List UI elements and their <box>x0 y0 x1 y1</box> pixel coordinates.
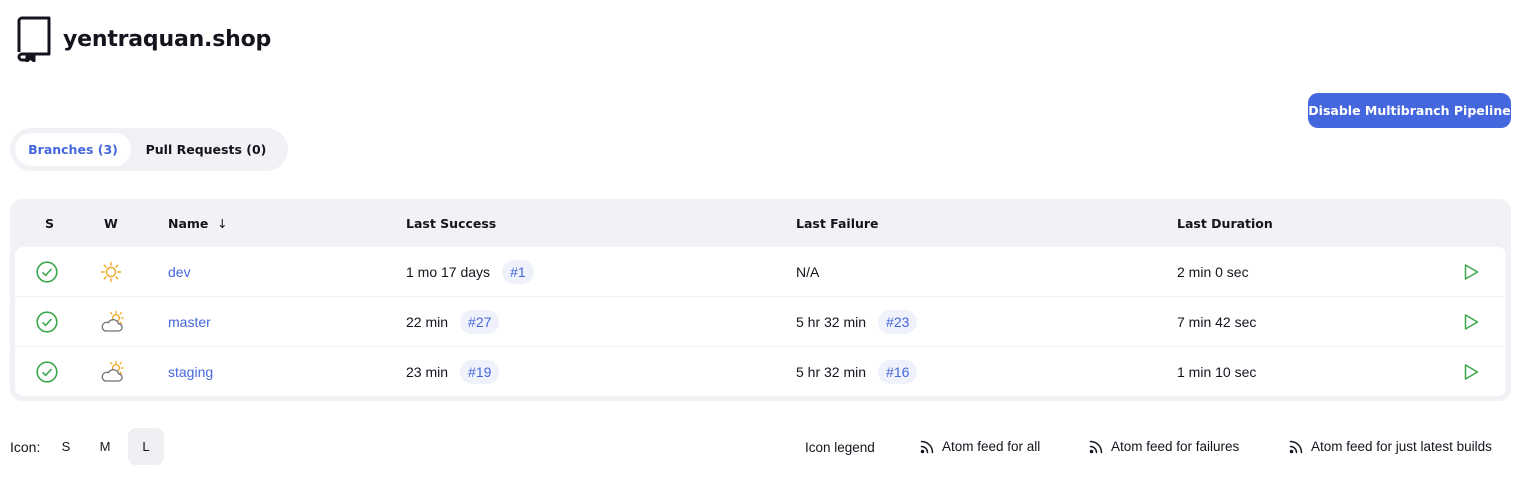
icon-size-medium-button[interactable]: M <box>87 428 123 465</box>
weather-cell <box>99 247 123 296</box>
duration-text: 7 min 42 sec <box>1177 313 1257 330</box>
last-failure-cell: 5 hr 32 min #16 <box>796 347 918 396</box>
play-build-icon[interactable] <box>1462 313 1480 331</box>
table-footer: Icon: S M L Icon legend Atom feed for al… <box>0 428 1523 466</box>
success-check-icon[interactable] <box>36 260 58 283</box>
icon-size-large-button[interactable]: L <box>128 428 164 465</box>
last-success-time: 23 min <box>406 363 449 380</box>
partly-cloudy-weather-icon[interactable] <box>99 310 125 334</box>
icon-size-small-button[interactable]: S <box>48 428 84 465</box>
column-last-success[interactable]: Last Success <box>406 216 496 231</box>
sunny-weather-icon[interactable] <box>99 260 123 284</box>
build-badge[interactable]: #1 <box>502 259 534 284</box>
success-check-icon[interactable] <box>36 310 58 333</box>
column-weather[interactable]: W <box>104 216 118 231</box>
play-build-icon[interactable] <box>1462 263 1480 281</box>
last-success-time: 22 min <box>406 313 449 330</box>
atom-feed-failures-link[interactable]: Atom feed for failures <box>1089 428 1239 465</box>
disable-pipeline-button[interactable]: Disable Multibranch Pipeline <box>1308 93 1511 128</box>
branch-link[interactable]: master <box>168 314 211 330</box>
last-success-cell: 23 min #19 <box>406 347 500 396</box>
last-success-time: 1 mo 17 days <box>406 263 491 280</box>
last-success-cell: 22 min #27 <box>406 297 500 346</box>
last-success-cell: 1 mo 17 days #1 <box>406 247 534 296</box>
branch-link[interactable]: staging <box>168 364 213 380</box>
page-title: yentraquan.shop <box>63 26 272 52</box>
column-name-label: Name <box>168 216 209 231</box>
duration-text: 2 min 0 sec <box>1177 263 1249 280</box>
run-cell <box>1462 347 1480 396</box>
weather-cell <box>99 347 125 396</box>
build-badge[interactable]: #19 <box>460 359 500 384</box>
last-failure-cell: 5 hr 32 min #23 <box>796 297 918 346</box>
build-badge[interactable]: #16 <box>878 359 918 384</box>
build-badge[interactable]: #23 <box>878 309 918 334</box>
duration-text: 1 min 10 sec <box>1177 363 1257 380</box>
table-header: S W Name ↓ Last Success Last Failure Las… <box>10 199 1511 247</box>
last-failure-time: 5 hr 32 min <box>796 313 867 330</box>
run-cell <box>1462 297 1480 346</box>
last-failure-cell: N/A <box>796 247 819 296</box>
atom-feed-latest-link[interactable]: Atom feed for just latest builds <box>1289 428 1492 465</box>
column-last-duration[interactable]: Last Duration <box>1177 216 1273 231</box>
atom-feed-failures-label: Atom feed for failures <box>1111 439 1240 454</box>
atom-feed-all-link[interactable]: Atom feed for all <box>920 428 1040 465</box>
run-cell <box>1462 247 1480 296</box>
table-row: master 22 min #27 5 hr 32 min #23 7 min … <box>15 297 1506 346</box>
column-status[interactable]: S <box>45 216 54 231</box>
icon-legend-link[interactable]: Icon legend <box>805 429 875 466</box>
column-last-failure[interactable]: Last Failure <box>796 216 879 231</box>
icon-size-label: Icon: <box>10 439 41 455</box>
tab-bar: Branches (3) Pull Requests (0) <box>10 128 288 171</box>
last-failure-time: 5 hr 32 min <box>796 363 867 380</box>
branches-table: S W Name ↓ Last Success Last Failure Las… <box>10 199 1511 401</box>
atom-feed-all-label: Atom feed for all <box>942 439 1041 454</box>
repository-icon <box>17 16 51 62</box>
play-build-icon[interactable] <box>1462 363 1480 381</box>
table-row: dev 1 mo 17 days #1 N/A 2 min 0 sec <box>15 247 1506 296</box>
page-header: yentraquan.shop <box>16 16 271 62</box>
branch-link[interactable]: dev <box>168 264 191 280</box>
status-cell <box>36 297 58 346</box>
partly-cloudy-weather-icon[interactable] <box>99 360 125 384</box>
status-cell <box>36 347 58 396</box>
atom-feed-latest-label: Atom feed for just latest builds <box>1311 439 1492 454</box>
build-badge[interactable]: #27 <box>460 309 500 334</box>
column-name[interactable]: Name ↓ <box>168 216 228 231</box>
sort-arrow-icon: ↓ <box>217 216 228 231</box>
last-failure-time: N/A <box>796 263 820 280</box>
weather-cell <box>99 297 125 346</box>
status-cell <box>36 247 58 296</box>
rss-icon <box>1289 440 1303 453</box>
table-row: staging 23 min #19 5 hr 32 min #16 1 min… <box>15 347 1506 396</box>
success-check-icon[interactable] <box>36 360 58 383</box>
rss-icon <box>920 440 934 453</box>
rss-icon <box>1089 440 1103 453</box>
tab-branches[interactable]: Branches (3) <box>15 133 131 166</box>
tab-pull-requests[interactable]: Pull Requests (0) <box>131 133 281 166</box>
